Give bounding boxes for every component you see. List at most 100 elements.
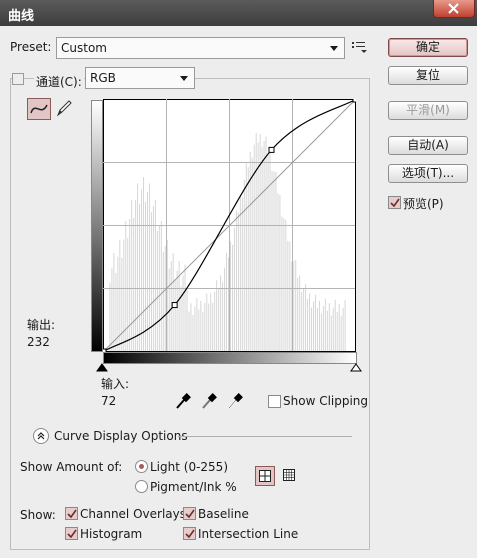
histogram-bar <box>210 293 212 351</box>
histogram-bar <box>340 315 342 351</box>
histogram-bar <box>137 183 139 351</box>
channel-overlays-label: Channel Overlays <box>80 507 186 521</box>
chevron-up-icon <box>37 432 45 440</box>
histogram-bar <box>344 299 346 351</box>
histogram-bar <box>243 180 245 351</box>
black-eyedropper-icon[interactable] <box>174 392 192 410</box>
histogram-bar <box>334 299 336 351</box>
close-button[interactable] <box>433 0 475 18</box>
white-point-slider[interactable] <box>350 363 362 372</box>
curve-control-point[interactable] <box>103 348 107 352</box>
histogram-bar <box>257 142 259 351</box>
histogram-bar <box>233 227 235 351</box>
histogram-bar <box>121 257 123 351</box>
histogram-bar <box>261 146 263 351</box>
input-gradient-bar <box>103 352 357 364</box>
channel-overlays-checkbox[interactable] <box>65 507 78 520</box>
histogram-bar <box>145 201 147 351</box>
preview-checkbox[interactable] <box>388 196 401 209</box>
histogram-bar <box>259 134 261 351</box>
histogram-bar <box>289 241 291 351</box>
histogram-bar <box>303 288 305 351</box>
histogram-bar <box>283 218 285 351</box>
grid-4-icon <box>259 470 271 482</box>
histogram-bar <box>178 260 180 351</box>
histogram-bar <box>186 289 188 351</box>
histogram-bar <box>198 309 200 351</box>
chevron-down-icon <box>180 76 188 81</box>
histogram-bar <box>222 281 224 351</box>
histogram-bar <box>204 302 206 351</box>
histogram-bar <box>214 291 216 351</box>
channel-label: 通道(C): <box>34 73 84 90</box>
histogram-bar <box>328 303 330 351</box>
channel-value: RGB <box>90 71 116 85</box>
histogram-checkbox[interactable] <box>65 527 78 540</box>
histogram-bar <box>174 280 176 351</box>
pencil-tool[interactable] <box>54 98 74 118</box>
histogram-bar <box>277 193 279 351</box>
histogram-bar <box>249 151 251 351</box>
histogram-bar <box>127 237 129 351</box>
checkmark-icon <box>67 509 77 519</box>
histogram-bar <box>135 200 137 351</box>
black-point-slider[interactable] <box>96 363 108 372</box>
histogram-bar <box>154 200 156 351</box>
channel-dropdown[interactable]: RGB <box>85 67 195 89</box>
baseline-label: Baseline <box>198 507 249 521</box>
reset-button[interactable]: 复位 <box>388 66 468 85</box>
expand-options-button[interactable] <box>33 428 49 444</box>
histogram-bar <box>216 280 218 351</box>
histogram-bar <box>251 157 253 351</box>
ok-button[interactable]: 确定 <box>388 38 468 57</box>
pigment-radio-label: Pigment/Ink % <box>150 480 237 494</box>
histogram-bar <box>305 283 307 351</box>
light-radio[interactable] <box>135 460 148 473</box>
histogram-bar <box>316 307 318 351</box>
histogram-bar <box>206 293 208 351</box>
histogram-label: Histogram <box>80 527 143 541</box>
auto-button[interactable]: 自动(A) <box>388 136 468 155</box>
histogram-bar <box>342 307 344 351</box>
histogram-bar <box>299 275 301 351</box>
white-eyedropper-icon[interactable] <box>226 392 244 410</box>
histogram-bar <box>141 189 143 351</box>
histogram-bar <box>275 172 277 351</box>
curve-control-point[interactable] <box>268 146 275 153</box>
curve-edit-tool[interactable] <box>27 98 51 120</box>
show-label: Show: <box>20 508 56 522</box>
histogram-bar <box>131 200 133 351</box>
histogram-bar <box>200 300 202 351</box>
histogram-bar <box>295 259 297 351</box>
checkmark-icon <box>185 529 195 539</box>
baseline-checkbox[interactable] <box>183 507 196 520</box>
histogram-bar <box>188 311 190 351</box>
histogram-bar <box>160 220 162 351</box>
gray-eyedropper-icon[interactable] <box>200 392 218 410</box>
show-clipping-checkbox[interactable] <box>268 395 281 408</box>
histogram-bar <box>253 144 255 351</box>
detailed-grid-button[interactable] <box>280 466 298 484</box>
preset-menu-icon[interactable] <box>352 40 368 54</box>
show-clipping-label: Show Clipping <box>283 394 369 408</box>
histogram-bar <box>170 261 172 351</box>
simple-grid-button[interactable] <box>255 466 275 486</box>
histogram-bar <box>168 268 170 351</box>
checkmark-icon <box>67 529 77 539</box>
options-button[interactable]: 选项(T)... <box>388 164 468 183</box>
pigment-radio[interactable] <box>135 480 148 493</box>
preset-value: Custom <box>61 41 107 55</box>
histogram-bar <box>226 252 228 351</box>
preset-dropdown[interactable]: Custom <box>56 37 345 59</box>
curve-control-point[interactable] <box>171 302 178 309</box>
curves-graph[interactable] <box>103 99 356 352</box>
histogram-bar <box>273 171 275 351</box>
curve-control-point[interactable] <box>352 99 356 103</box>
histogram-bar <box>228 257 230 351</box>
histogram-bar <box>301 292 303 351</box>
histogram-bar <box>231 244 233 351</box>
intersection-line-checkbox[interactable] <box>183 527 196 540</box>
smooth-button[interactable]: 平滑(M) <box>388 101 468 120</box>
group-collapse-box[interactable] <box>12 73 24 85</box>
histogram-bar <box>194 306 196 351</box>
